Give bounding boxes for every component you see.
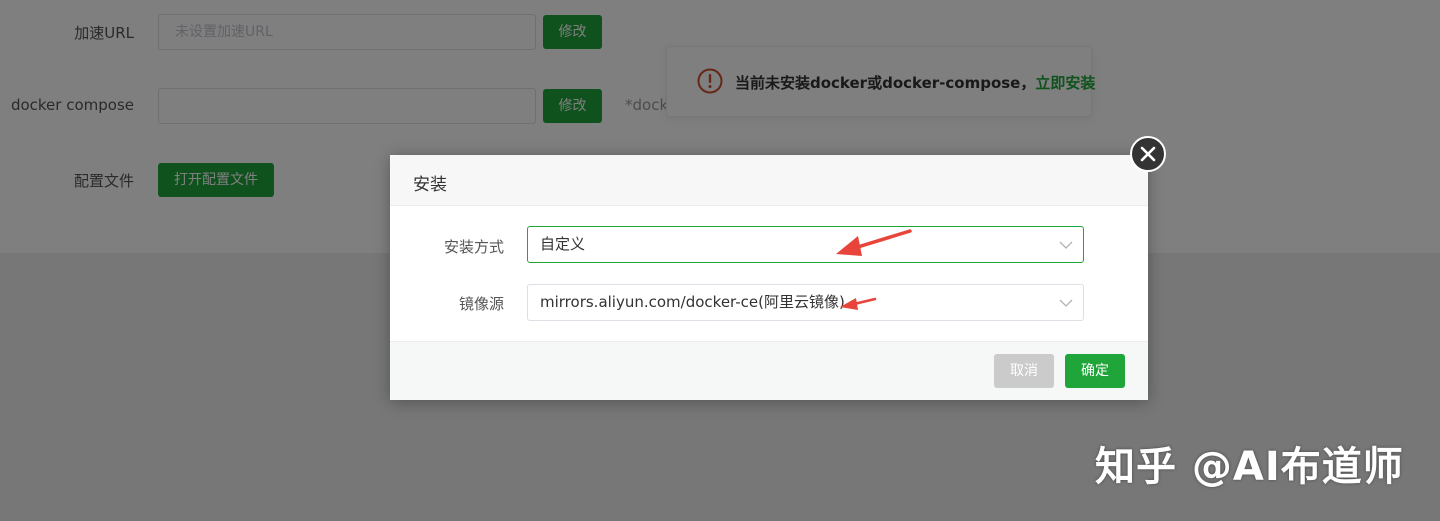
close-icon <box>1140 146 1156 162</box>
install-dialog: 安装 安装方式 自定义 镜像源 mirrors.aliyun.com/docke… <box>390 155 1148 400</box>
mirror-source-select[interactable]: mirrors.aliyun.com/docker-ce(阿里云镜像) <box>527 284 1084 321</box>
chevron-down-icon <box>1059 299 1073 307</box>
install-method-select[interactable]: 自定义 <box>527 226 1084 263</box>
install-method-value: 自定义 <box>540 235 586 253</box>
install-method-label: 安装方式 <box>443 238 504 256</box>
dialog-close-button[interactable] <box>1130 136 1166 172</box>
page: 加速URL 未设置加速URL 修改 docker compose 修改 *doc… <box>0 0 1440 521</box>
mirror-source-label: 镜像源 <box>458 295 504 313</box>
zhihu-watermark: 知乎 @AI布道师 <box>1095 444 1404 490</box>
dialog-header: 安装 <box>390 155 1148 206</box>
confirm-button[interactable]: 确定 <box>1065 354 1125 388</box>
chevron-down-icon <box>1059 241 1073 249</box>
mirror-source-value: mirrors.aliyun.com/docker-ce(阿里云镜像) <box>540 293 845 311</box>
cancel-button[interactable]: 取消 <box>994 354 1054 388</box>
dialog-footer: 取消 确定 <box>390 341 1148 400</box>
dialog-title: 安装 <box>413 175 447 195</box>
